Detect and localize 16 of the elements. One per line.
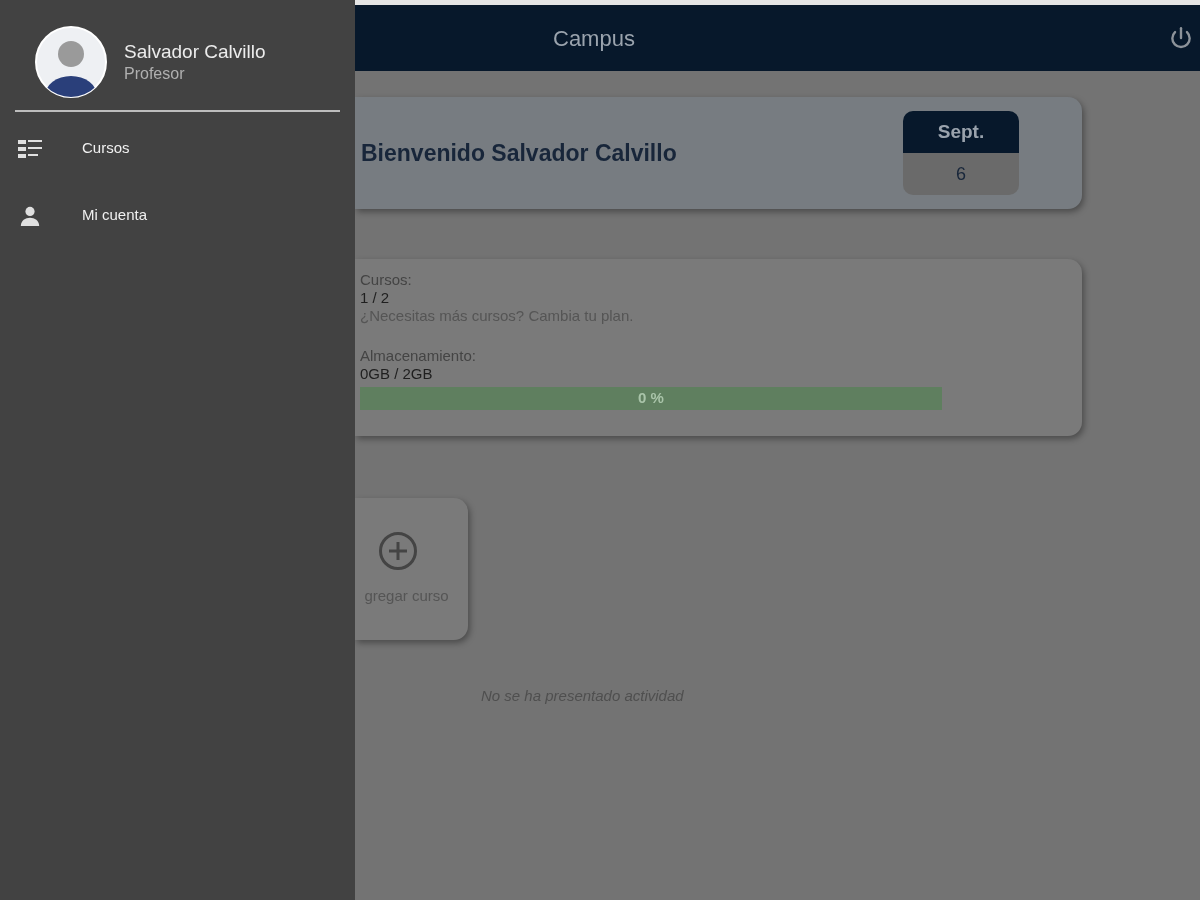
avatar-icon	[35, 25, 107, 98]
welcome-text: Bienvenido Salvador Calvillo	[360, 138, 677, 168]
storage-reading: 0 %	[637, 388, 665, 409]
courses-value: 1 / 2	[360, 289, 391, 307]
user-name: Salvador Calvillo	[124, 39, 266, 64]
power-icon[interactable]	[1168, 25, 1194, 51]
drawer-item[interactable]: Cursos	[0, 115, 355, 182]
date-day: 6	[903, 153, 1019, 195]
add-circle-icon	[377, 530, 418, 571]
date-month: Sept.	[903, 111, 1019, 153]
drawer-item[interactable]: Mi cuenta	[0, 182, 355, 249]
user-role: Profesor	[124, 63, 186, 84]
list-icon	[18, 138, 42, 159]
header-title: Campus	[553, 24, 635, 53]
person-icon	[19, 204, 41, 227]
storage-value: 0GB / 2GB	[360, 365, 434, 383]
